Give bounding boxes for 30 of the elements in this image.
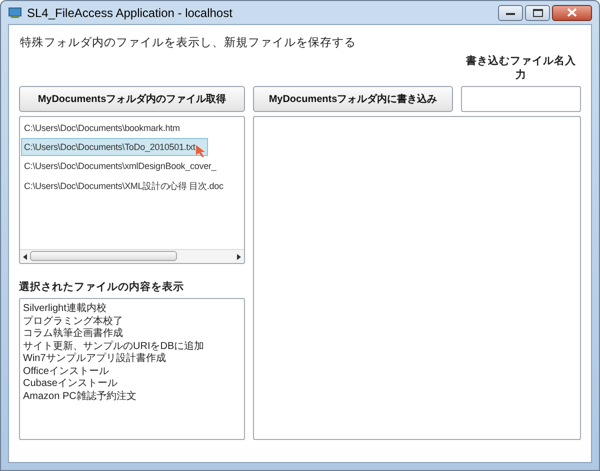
app-icon [8, 6, 22, 18]
cursor-icon [196, 145, 206, 157]
content-label: 選択されたファイルの内容を表示 [19, 280, 185, 294]
get-files-button[interactable]: MyDocumentsフォルダ内のファイル取得 [19, 86, 245, 112]
content-line: コラム執筆企画書作成 [23, 328, 124, 340]
scroll-left-icon[interactable] [23, 254, 27, 260]
maximize-icon [532, 8, 542, 16]
content-line: Win7サンプルアプリ設計書作成 [23, 353, 167, 366]
file-item[interactable]: C:\Users\Doc\Documents\xmlDesignBook_cover_ [21, 157, 230, 175]
scroll-right-icon[interactable] [237, 254, 241, 260]
scrollbar-thumb[interactable] [30, 251, 177, 261]
close-icon [567, 8, 577, 17]
write-button[interactable]: MyDocumentsフォルダ内に書き込み [253, 86, 453, 112]
window-title: SL4_FileAccess Application - localhost [27, 6, 234, 20]
minimize-button[interactable] [498, 4, 523, 20]
content-line: Cubaseインストール [23, 378, 118, 390]
content-line: Amazon PC雑誌予約注文 [23, 390, 138, 403]
file-item[interactable]: C:\Users\Doc\Documents\bookmark.htm [21, 119, 193, 137]
page-heading: 特殊フォルダ内のファイルを表示し、新規ファイルを保存する [19, 35, 357, 50]
close-button[interactable] [552, 4, 592, 20]
filename-label: 書き込むファイル名入力 [465, 54, 577, 82]
content-line: プログラミング本校了 [23, 316, 124, 328]
content-line: Silverlight連載内校 [23, 303, 108, 316]
content-line: Officeインストール [23, 366, 110, 378]
content-line: サイト更新、サンプルのURIをDBに追加 [23, 340, 206, 352]
file-item[interactable]: C:\Users\Doc\Documents\XML設計の心得 目次.doc [21, 176, 236, 197]
filename-field[interactable] [461, 86, 581, 112]
horizontal-scrollbar[interactable] [20, 249, 244, 263]
maximize-button[interactable] [525, 4, 550, 20]
file-item[interactable]: C:\Users\Doc\Documents\ToDo_2010501.txt [21, 138, 208, 156]
